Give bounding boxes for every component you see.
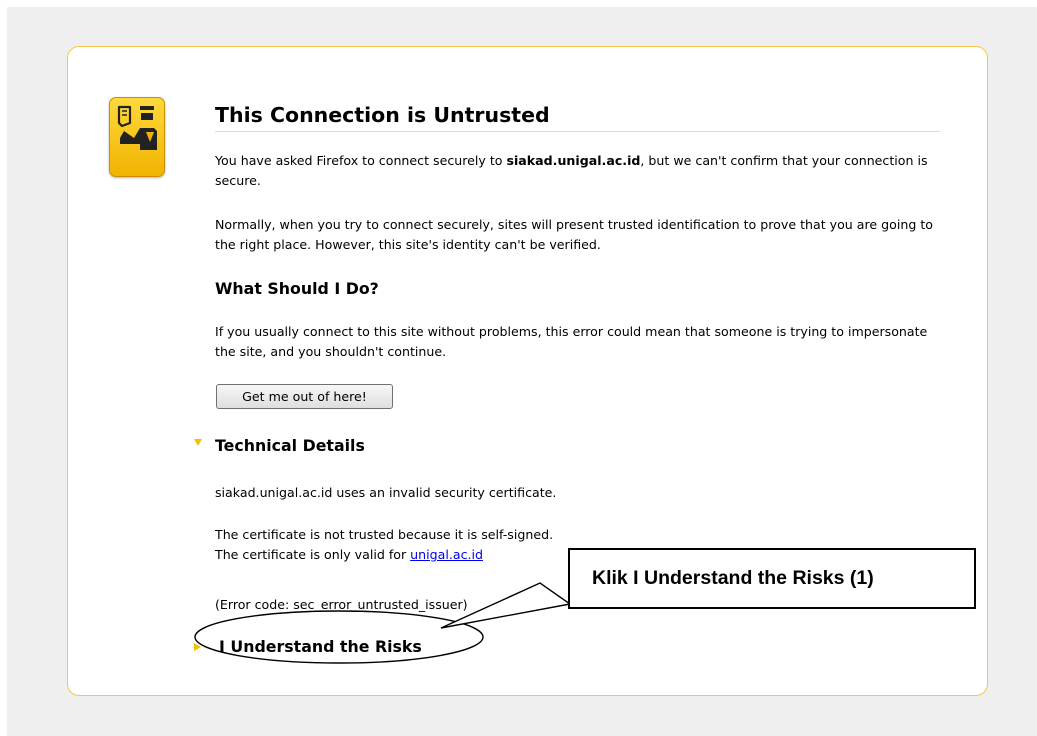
callout-pointer (440, 582, 572, 629)
annotation-overlay (194, 582, 572, 664)
annotation-callout: Klik I Understand the Risks (1) (568, 548, 976, 609)
highlight-ellipse (194, 610, 484, 664)
